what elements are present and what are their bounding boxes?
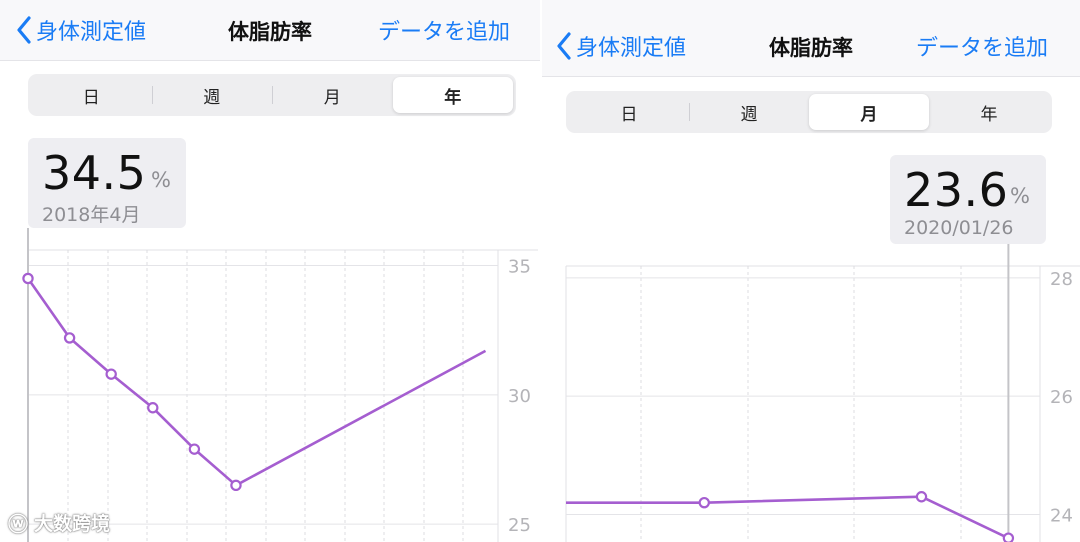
period-segmented-control: 日 週 月 年 — [28, 74, 516, 116]
right-panel: 身体測定値 体脂肪率 データを追加 日 週 月 年 23.6 % 2020/01… — [542, 0, 1080, 542]
segment-month[interactable]: 月 — [272, 77, 393, 113]
period-segmented-control: 日 週 月 年 — [566, 91, 1052, 133]
y-tick-label: 30 — [508, 386, 531, 407]
segment-week[interactable]: 週 — [151, 77, 273, 113]
back-button[interactable]: 身体測定値 — [16, 14, 146, 46]
selected-unit: % — [151, 168, 171, 192]
body-fat-chart[interactable]: 35 30 25 — [0, 228, 540, 542]
data-point — [147, 402, 159, 414]
weibo-logo-icon: ⓦ — [8, 512, 28, 536]
y-tick-label: 28 — [1050, 269, 1073, 290]
segment-day[interactable]: 日 — [569, 94, 689, 130]
selected-unit: % — [1010, 184, 1030, 208]
data-point — [1002, 532, 1015, 542]
chevron-left-icon — [557, 32, 571, 60]
chart-svg: 28 26 24 — [565, 244, 1080, 542]
segment-day[interactable]: 日 — [31, 77, 152, 113]
selected-date: 2020/01/26 — [904, 217, 1014, 239]
selection-callout: 34.5 % 2018年4月 — [28, 138, 186, 228]
y-tick-label: 26 — [1050, 387, 1073, 408]
left-panel: 身体測定値 体脂肪率 データを追加 日 週 月 年 34.5 % 2018年4月… — [0, 0, 540, 542]
body-fat-chart[interactable]: 28 26 24 — [542, 244, 1080, 542]
selected-value: 23.6 — [904, 163, 1009, 217]
y-tick-label: 24 — [1050, 506, 1073, 527]
navigation-bar: 身体測定値 体脂肪率 データを追加 — [0, 0, 540, 61]
segment-month[interactable]: 月 — [809, 94, 929, 130]
watermark-text: 大数跨境 — [34, 513, 111, 535]
selected-value: 34.5 — [42, 146, 147, 200]
segment-week[interactable]: 週 — [689, 94, 809, 130]
add-data-button[interactable]: データを追加 — [378, 14, 510, 46]
back-label: 身体測定値 — [576, 36, 687, 61]
y-tick-label: 35 — [508, 257, 531, 278]
chevron-left-icon — [17, 16, 31, 44]
series-line — [566, 495, 1009, 540]
add-data-button[interactable]: データを追加 — [916, 30, 1048, 62]
back-label: 身体測定値 — [36, 20, 147, 45]
segment-year[interactable]: 年 — [929, 94, 1049, 130]
data-point — [105, 368, 117, 380]
back-button[interactable]: 身体測定値 — [556, 30, 686, 62]
data-point — [230, 479, 242, 492]
chart-svg: 35 30 25 — [22, 228, 538, 542]
watermark: ⓦ 大数跨境 — [8, 508, 110, 537]
series-line — [26, 277, 487, 487]
data-point — [63, 332, 76, 344]
selection-callout: 23.6 % 2020/01/26 — [890, 155, 1046, 244]
segment-year[interactable]: 年 — [392, 77, 513, 113]
data-point — [915, 491, 928, 503]
navigation-bar: 身体測定値 体脂肪率 データを追加 — [542, 0, 1080, 77]
y-tick-label: 25 — [508, 515, 531, 536]
data-point — [188, 443, 201, 455]
data-point — [698, 496, 710, 509]
data-point — [22, 272, 34, 285]
selected-date: 2018年4月 — [42, 204, 141, 226]
